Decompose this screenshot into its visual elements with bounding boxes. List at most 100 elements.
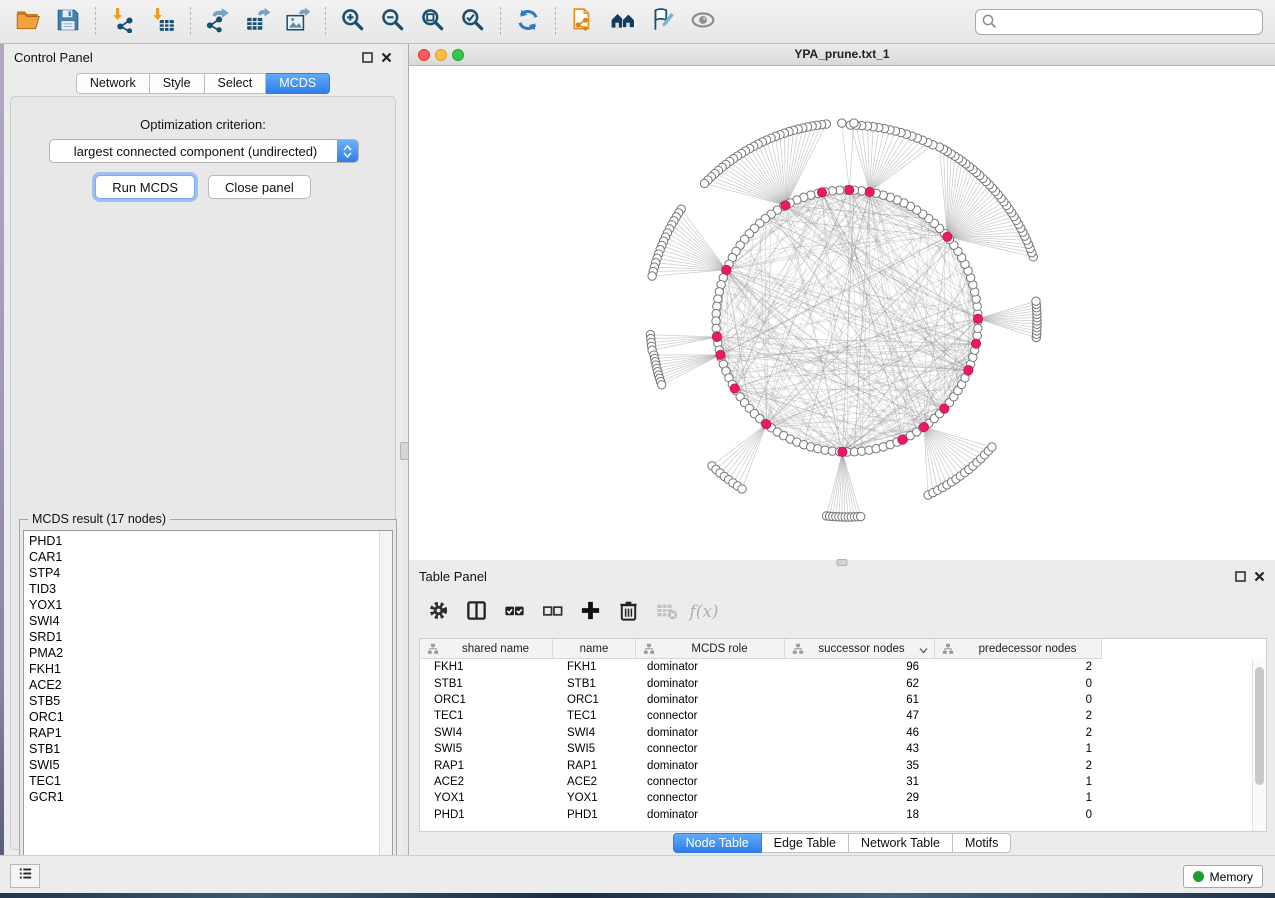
mcds-result-item[interactable]: RAP1: [24, 725, 378, 741]
cell-shared_name: SWI5: [420, 743, 553, 755]
tab-motifs[interactable]: Motifs: [953, 833, 1011, 853]
zoom-out-button[interactable]: [376, 6, 410, 38]
network-window-titlebar[interactable]: YPA_prune.txt_1: [409, 44, 1275, 66]
deselect-all-rows-button[interactable]: [536, 597, 568, 627]
tab-network-table[interactable]: Network Table: [849, 833, 953, 853]
mcds-result-item[interactable]: YOX1: [24, 597, 378, 613]
toggle-graphics-details-button[interactable]: [686, 6, 720, 38]
export-table-icon: [245, 7, 271, 36]
import-network-button[interactable]: [106, 6, 140, 38]
tab-style[interactable]: Style: [150, 73, 205, 94]
toggle-graphics-details-icon: [690, 7, 716, 36]
mcds-result-item[interactable]: SRD1: [24, 629, 378, 645]
sort-descending-icon: [919, 645, 928, 652]
export-image-icon: [285, 7, 311, 36]
mcds-result-item[interactable]: PHD1: [24, 533, 378, 549]
select-stepper-icon: [337, 140, 358, 162]
table-row[interactable]: RAP1RAP1dominator352: [420, 757, 1252, 773]
network-canvas[interactable]: [409, 66, 1275, 560]
tab-network[interactable]: Network: [76, 73, 150, 94]
tab-select[interactable]: Select: [205, 73, 267, 94]
mcds-result-item[interactable]: STB5: [24, 693, 378, 709]
mcds-result-item[interactable]: ORC1: [24, 709, 378, 725]
cell-shared_name: PHD1: [420, 809, 553, 821]
import-table-button[interactable]: [146, 6, 180, 38]
cell-successors: 62: [785, 678, 935, 690]
cell-predecessors: 1: [935, 776, 1102, 788]
tab-mcds[interactable]: MCDS: [266, 73, 330, 94]
zoom-in-button[interactable]: [336, 6, 370, 38]
zoom-selected-icon: [460, 7, 486, 36]
close-panel-button[interactable]: Close panel: [208, 175, 311, 199]
mcds-result-item[interactable]: STP4: [24, 565, 378, 581]
zoom-fit-icon: [420, 7, 446, 36]
mcds-result-item[interactable]: FKH1: [24, 661, 378, 677]
new-network-from-selection-button[interactable]: [566, 6, 600, 38]
table-row[interactable]: SWI4SWI4dominator462: [420, 725, 1252, 741]
cell-shared_name: TEC1: [420, 710, 553, 722]
table-row[interactable]: PHD1PHD1dominator180: [420, 807, 1252, 823]
zoom-fit-button[interactable]: [416, 6, 450, 38]
mcds-result-item[interactable]: PMA2: [24, 645, 378, 661]
table-row[interactable]: YOX1YOX1connector291: [420, 790, 1252, 806]
table-row[interactable]: TEC1TEC1connector472: [420, 708, 1252, 724]
table-scrollbar-thumb[interactable]: [1255, 667, 1264, 785]
table-row[interactable]: STB1STB1dominator620: [420, 675, 1252, 691]
column-header-predecessor-nodes[interactable]: predecessor nodes: [935, 639, 1102, 659]
table-scrollbar[interactable]: [1252, 659, 1266, 831]
open-session-button[interactable]: [11, 6, 45, 38]
column-header-name[interactable]: name: [553, 639, 636, 659]
column-header-MCDS-role[interactable]: MCDS role: [636, 639, 785, 659]
table-row[interactable]: ACE2ACE2connector311: [420, 774, 1252, 790]
table-row[interactable]: FKH1FKH1dominator962: [420, 659, 1252, 675]
table-row[interactable]: SWI5SWI5connector431: [420, 741, 1252, 757]
column-header-shared-name[interactable]: shared name: [420, 639, 553, 659]
refresh-layout-button[interactable]: [511, 6, 545, 38]
function-builder-icon: f(x): [689, 602, 718, 622]
float-panel-icon[interactable]: [362, 50, 373, 68]
task-history-button[interactable]: [10, 864, 40, 888]
search-input[interactable]: [975, 9, 1263, 35]
criterion-select[interactable]: largest connected component (undirected): [49, 139, 359, 163]
cell-name: YOX1: [553, 792, 636, 804]
float-panel-icon[interactable]: [1235, 569, 1246, 587]
show-annotations-button[interactable]: [646, 6, 680, 38]
export-network-button[interactable]: [201, 6, 235, 38]
table-row[interactable]: ORC1ORC1dominator610: [420, 692, 1252, 708]
run-mcds-button[interactable]: Run MCDS: [95, 175, 195, 199]
mcds-result-list[interactable]: PHD1CAR1STP4TID3YOX1SWI4SRD1PMA2FKH1ACE2…: [23, 530, 393, 888]
memory-button[interactable]: Memory: [1183, 865, 1263, 888]
export-image-button[interactable]: [281, 6, 315, 38]
mcds-result-item[interactable]: TID3: [24, 581, 378, 597]
close-panel-icon[interactable]: [1254, 569, 1265, 587]
export-table-button[interactable]: [241, 6, 275, 38]
cell-predecessors: 2: [935, 727, 1102, 739]
mcds-list-scrollbar[interactable]: [379, 531, 392, 887]
mcds-result-item[interactable]: ACE2: [24, 677, 378, 693]
table-settings-button[interactable]: [422, 597, 454, 627]
column-header-successor-nodes[interactable]: successor nodes: [785, 639, 935, 659]
tree-icon: [942, 643, 954, 655]
show-column-panel-button[interactable]: [460, 597, 492, 627]
cell-shared_name: STB1: [420, 678, 553, 690]
show-network-overview-button[interactable]: [606, 6, 640, 38]
save-session-button[interactable]: [51, 6, 85, 38]
mcds-result-item[interactable]: TEC1: [24, 773, 378, 789]
mcds-result-item[interactable]: SWI4: [24, 613, 378, 629]
tab-edge-table[interactable]: Edge Table: [762, 833, 849, 853]
close-panel-icon[interactable]: [381, 50, 392, 68]
mcds-result-item[interactable]: SWI5: [24, 757, 378, 773]
mcds-result-item[interactable]: CAR1: [24, 549, 378, 565]
select-all-rows-button[interactable]: [498, 597, 530, 627]
zoom-selected-button[interactable]: [456, 6, 490, 38]
cell-predecessors: 1: [935, 743, 1102, 755]
mcds-result-item[interactable]: STB1: [24, 741, 378, 757]
delete-columns-button[interactable]: [612, 597, 644, 627]
cell-name: RAP1: [553, 760, 636, 772]
mcds-result-item[interactable]: GCR1: [24, 789, 378, 805]
network-graph: [409, 66, 1275, 560]
cell-successors: 61: [785, 694, 935, 706]
cell-name: SWI5: [553, 743, 636, 755]
tab-node-table[interactable]: Node Table: [673, 833, 762, 853]
add-column-button[interactable]: [574, 597, 606, 627]
